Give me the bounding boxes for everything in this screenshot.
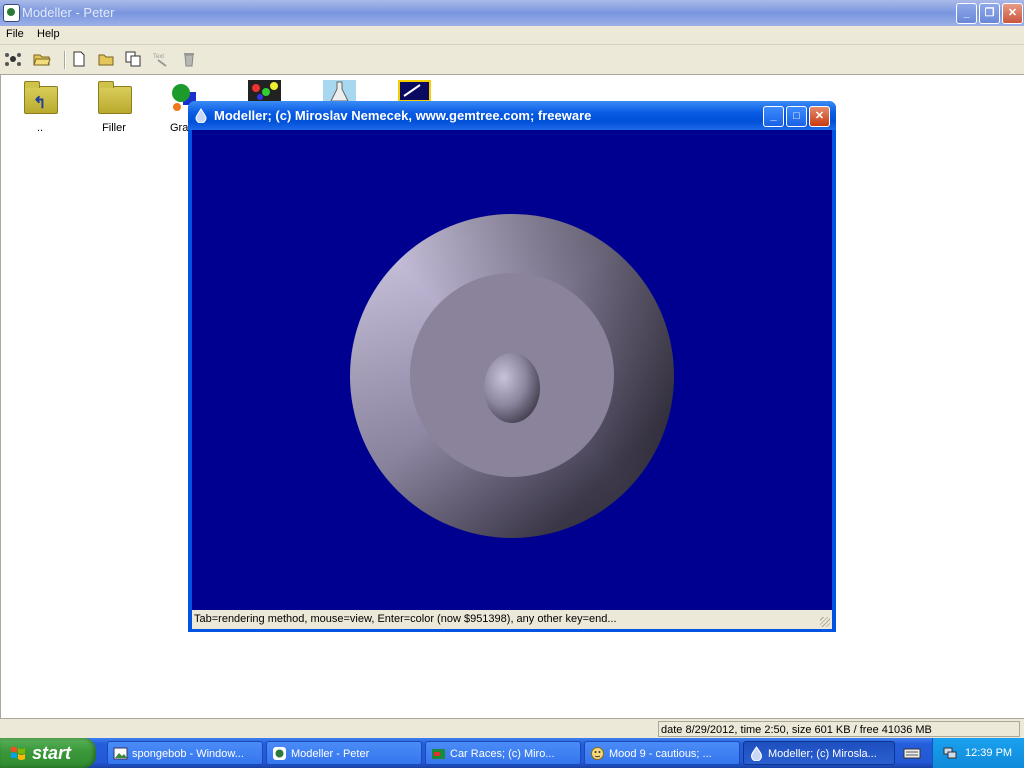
status-info: date 8/29/2012, time 2:50, size 601 KB /… — [658, 721, 1020, 737]
3d-model[interactable] — [192, 130, 832, 610]
peter-icon — [273, 747, 286, 760]
puzzle-icon[interactable] — [248, 80, 281, 102]
drop-icon — [750, 746, 763, 761]
dialog-minimize-button[interactable]: _ — [763, 106, 784, 127]
task-modeller-peter[interactable]: Modeller - Peter — [266, 741, 422, 765]
dialog-title: Modeller; (c) Miroslav Nemecek, www.gemt… — [214, 108, 592, 123]
render-canvas[interactable] — [192, 130, 832, 610]
file-label: Filler — [102, 122, 126, 134]
folder-icon — [98, 81, 132, 114]
copy-icon[interactable] — [124, 51, 142, 67]
system-tray: 12:39 PM — [932, 738, 1024, 768]
dialog-maximize-button[interactable]: □ — [786, 106, 807, 127]
car-icon — [432, 749, 445, 759]
new-file-icon[interactable] — [70, 51, 88, 67]
task-label: spongebob - Window... — [132, 748, 244, 760]
clock[interactable]: 12:39 PM — [965, 738, 1012, 768]
delete-icon[interactable] — [180, 51, 198, 67]
file-item-filler[interactable]: Filler — [82, 80, 146, 140]
file-item-up[interactable]: ↰ .. — [8, 80, 72, 140]
up-folder-icon: ↰ — [24, 81, 58, 114]
start-label: start — [32, 743, 72, 763]
task-spongebob[interactable]: spongebob - Window... — [107, 741, 263, 765]
keyboard-icon[interactable] — [903, 744, 921, 762]
dialog-status-bar: Tab=rendering method, mouse=view, Enter=… — [192, 610, 832, 629]
dialog-close-button[interactable]: ✕ — [809, 106, 830, 127]
taskbar: start spongebob - Window... Modeller - P… — [0, 738, 1024, 768]
text-tool-icon[interactable]: Text — [152, 51, 170, 67]
task-label: Modeller - Peter — [291, 748, 370, 760]
menu-file[interactable]: File — [6, 28, 24, 40]
task-label: Mood 9 - cautious; ... — [609, 748, 712, 760]
menu-bar: File Help — [0, 26, 1024, 45]
task-label: Car Races; (c) Miro... — [450, 748, 555, 760]
open-folder-icon[interactable] — [33, 51, 51, 67]
svg-text:Text: Text — [153, 54, 164, 60]
modeller-dialog[interactable]: Modeller; (c) Miroslav Nemecek, www.gemt… — [188, 101, 836, 632]
flask-icon[interactable] — [323, 80, 356, 102]
new-folder-icon[interactable] — [97, 51, 115, 67]
toolbar-separator — [64, 51, 66, 69]
task-modeller-dialog[interactable]: Modeller; (c) Mirosla... — [743, 741, 895, 765]
drop-icon — [195, 108, 207, 123]
resize-grip[interactable] — [820, 617, 830, 627]
windows-flag-icon — [11, 746, 25, 760]
file-label: .. — [36, 122, 44, 134]
modeller-app-icon[interactable] — [398, 80, 431, 102]
menu-help[interactable]: Help — [37, 28, 60, 40]
peter-icon — [3, 4, 20, 22]
dialog-status-text: Tab=rendering method, mouse=view, Enter=… — [194, 613, 617, 625]
dialog-title-bar[interactable]: Modeller; (c) Miroslav Nemecek, www.gemt… — [188, 101, 836, 130]
task-mood[interactable]: Mood 9 - cautious; ... — [584, 741, 740, 765]
image-icon — [113, 747, 128, 760]
main-title-bar[interactable]: Modeller - Peter _ ❐ ✕ — [0, 0, 1024, 26]
network-icon[interactable] — [4, 51, 22, 67]
close-button[interactable]: ✕ — [1002, 3, 1023, 24]
network-tray-icon[interactable] — [943, 746, 957, 760]
smiley-icon — [591, 747, 604, 760]
restore-button[interactable]: ❐ — [979, 3, 1000, 24]
main-window-title: Modeller - Peter — [22, 5, 115, 20]
task-car-races[interactable]: Car Races; (c) Miro... — [425, 741, 581, 765]
status-bar: date 8/29/2012, time 2:50, size 601 KB /… — [0, 718, 1024, 739]
task-label: Modeller; (c) Mirosla... — [768, 748, 877, 760]
start-button[interactable]: start — [0, 738, 96, 768]
minimize-button[interactable]: _ — [956, 3, 977, 24]
toolbar: Text — [0, 45, 1024, 75]
